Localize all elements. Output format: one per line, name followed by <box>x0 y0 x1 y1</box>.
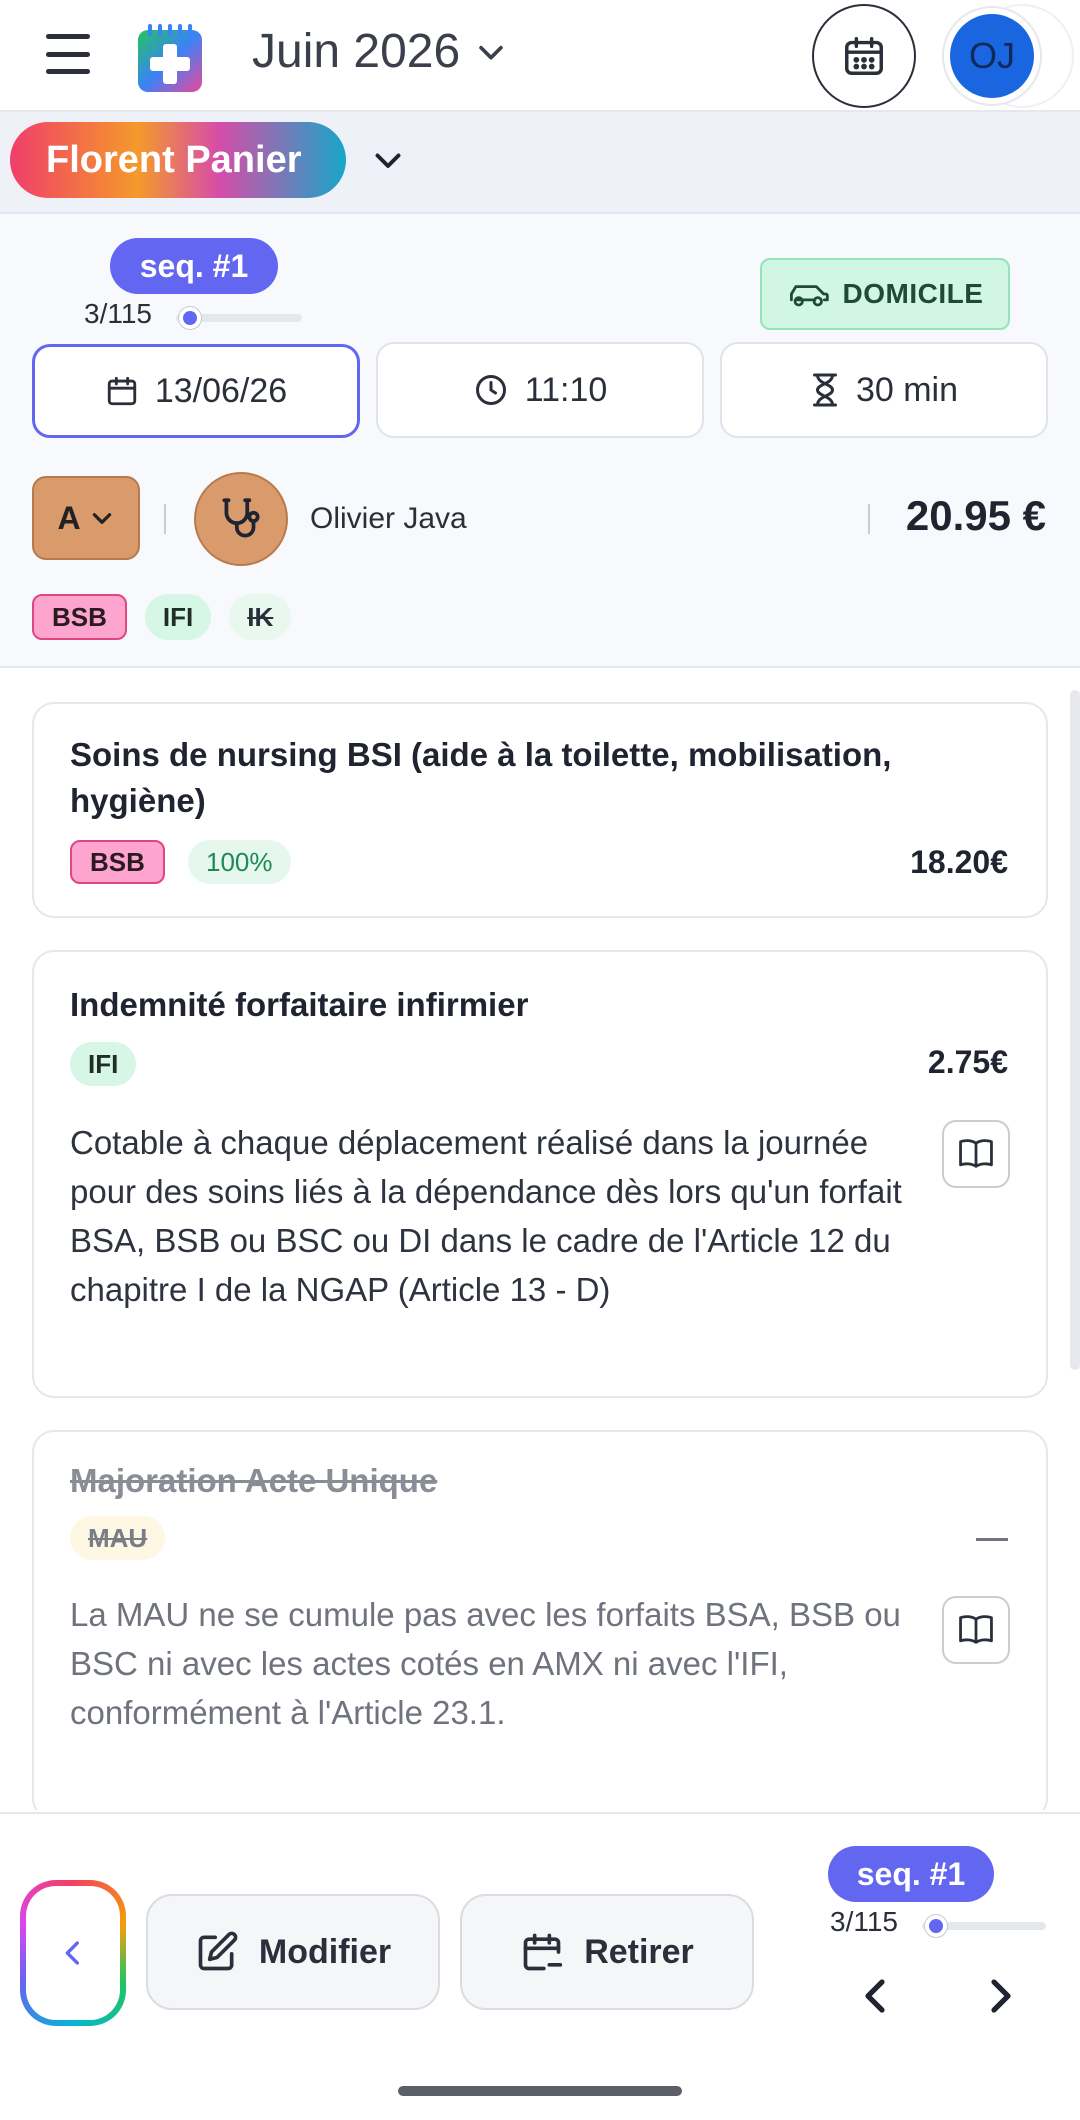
remove-button[interactable]: Retirer <box>460 1894 754 2010</box>
chevron-right-icon[interactable] <box>976 1972 1024 2020</box>
progress-label: 3/115 <box>84 298 152 329</box>
date-value: 13/06/26 <box>154 371 288 410</box>
modify-button[interactable]: Modifier <box>146 1894 440 2010</box>
book-icon <box>959 1139 993 1168</box>
practitioner-row: A Olivier Java 20.95 € <box>0 472 1080 568</box>
practitioner-name: Olivier Java <box>310 502 467 535</box>
progress-label: 3/115 <box>830 1906 898 1937</box>
practitioner-avatar[interactable] <box>194 472 288 566</box>
menu-icon[interactable] <box>46 34 90 74</box>
calendar-minus-icon <box>523 1933 563 1971</box>
act-card[interactable]: Majoration Acte Unique MAU La MAU ne se … <box>32 1430 1048 1810</box>
time-field[interactable]: 11:10 <box>376 342 704 438</box>
car-icon <box>789 285 829 307</box>
visit-info-panel: seq. #1 3/115 DOMICILE 13/06/26 11:10 30… <box>0 214 1080 668</box>
acts-list: Soins de nursing BSI (aide à la toilette… <box>0 670 1080 1810</box>
stethoscope-icon <box>222 498 260 538</box>
app-header: Juin 2026 OJ <box>0 0 1080 112</box>
chevron-down-icon <box>92 513 111 524</box>
home-indicator[interactable] <box>398 2086 682 2096</box>
duration-value: 30 min <box>855 370 959 409</box>
sequence-label: seq. #1 <box>139 247 249 284</box>
calendar-button[interactable] <box>812 4 916 108</box>
act-code-badge: IFI <box>70 1042 137 1086</box>
remove-label: Retirer <box>584 1932 694 1971</box>
visit-total: 20.95 € <box>905 492 1046 539</box>
act-code-badge: BSB <box>70 840 165 884</box>
act-code-badge: MAU <box>70 1516 166 1560</box>
progress-handle[interactable] <box>178 307 201 329</box>
tag-ik[interactable]: IK <box>229 594 292 640</box>
reference-button[interactable] <box>942 1120 1010 1188</box>
chevron-down-icon[interactable] <box>370 142 406 178</box>
chevron-left-icon[interactable] <box>852 1972 900 2020</box>
user-avatars[interactable]: OJ <box>944 4 1080 108</box>
progress-slider[interactable] <box>176 307 302 329</box>
act-price-empty <box>976 1538 1008 1541</box>
act-title: Majoration Acte Unique <box>70 1462 438 1499</box>
sequence-label: seq. #1 <box>856 1855 966 1892</box>
act-rate-badge: 100% <box>188 840 291 884</box>
scrollbar[interactable] <box>1070 690 1080 1370</box>
time-value: 11:10 <box>524 370 608 409</box>
reference-button[interactable] <box>942 1596 1010 1664</box>
clock-icon <box>475 375 506 405</box>
divider <box>164 504 166 534</box>
avatar[interactable]: OJ <box>944 8 1040 104</box>
divider <box>868 504 870 534</box>
act-description: La MAU ne se cumule pas avec les forfait… <box>70 1596 901 1731</box>
act-card[interactable]: Indemnité forfaitaire infirmier IFI 2.75… <box>32 950 1048 1398</box>
sequence-badge: seq. #1 <box>828 1846 994 1902</box>
act-title: Indemnité forfaitaire infirmier <box>70 986 529 1023</box>
chevron-down-icon <box>479 45 503 60</box>
avatar-initials: OJ <box>968 35 1015 76</box>
calendar-icon <box>845 37 883 75</box>
act-tags: BSB IFI IK <box>32 594 292 640</box>
month-label: Juin 2026 <box>252 25 461 78</box>
book-icon <box>959 1615 993 1644</box>
act-description: Cotable à chaque déplacement réalisé dan… <box>70 1124 902 1308</box>
tag-ifi[interactable]: IFI <box>144 594 212 640</box>
letter-selector[interactable]: A <box>32 476 140 560</box>
chevron-left-icon <box>65 1941 79 1965</box>
progress-handle[interactable] <box>924 1915 947 1937</box>
month-selector[interactable]: Juin 2026 <box>252 24 508 79</box>
act-card[interactable]: Soins de nursing BSI (aide à la toilette… <box>32 702 1048 918</box>
edit-icon <box>198 1931 238 1971</box>
act-price: 18.20€ <box>910 844 1008 880</box>
date-field[interactable]: 13/06/26 <box>32 344 360 438</box>
location-label: DOMICILE <box>842 278 984 309</box>
patient-name-pill[interactable]: Florent Panier <box>10 122 346 198</box>
patient-bar: Florent Panier <box>0 112 1080 214</box>
back-button[interactable] <box>20 1880 126 2026</box>
act-price: 2.75€ <box>927 1044 1008 1080</box>
sequence-badge: seq. #1 <box>110 238 278 294</box>
calendar-icon <box>107 376 136 406</box>
hourglass-icon <box>812 373 837 407</box>
bottom-action-bar: Modifier Retirer seq. #1 3/115 <box>0 1812 1080 2120</box>
progress-slider[interactable] <box>922 1915 1046 1937</box>
modify-label: Modifier <box>258 1932 392 1971</box>
tag-bsb[interactable]: BSB <box>32 594 127 640</box>
act-title: Soins de nursing BSI (aide à la toilette… <box>70 736 892 819</box>
duration-field[interactable]: 30 min <box>720 342 1048 438</box>
letter-value: A <box>57 499 81 536</box>
location-badge[interactable]: DOMICILE <box>760 258 1010 330</box>
patient-name: Florent Panier <box>46 138 302 181</box>
app-logo-icon <box>138 24 202 92</box>
